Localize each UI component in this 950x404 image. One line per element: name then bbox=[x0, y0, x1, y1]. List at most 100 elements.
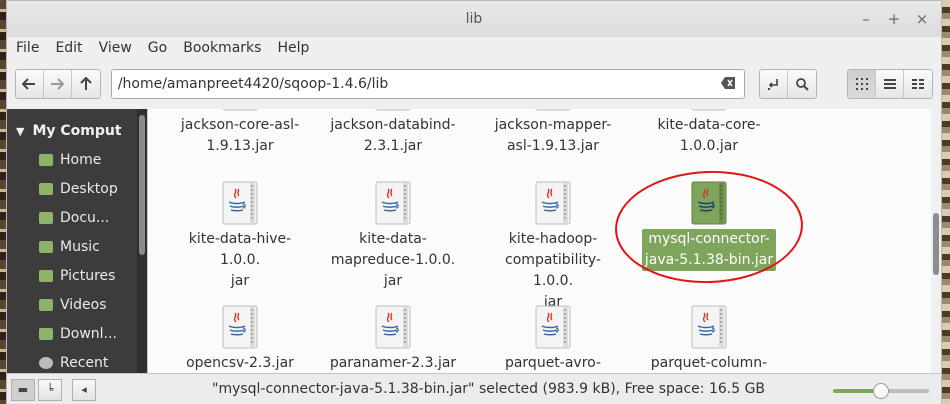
menu-view[interactable]: View bbox=[99, 40, 132, 56]
file-item[interactable]: opencsv-2.3.jar bbox=[170, 305, 310, 373]
file-item[interactable]: jackson-mapper-asl-1.9.13.jar bbox=[483, 109, 623, 157]
sidebar-item-desktop[interactable]: Desktop bbox=[7, 174, 147, 203]
file-item[interactable]: kite-data-hive-1.0.0. jar bbox=[170, 181, 310, 292]
sidebar-item-music[interactable]: Music bbox=[7, 232, 147, 261]
sidebar-item-recent[interactable]: Recent bbox=[7, 348, 147, 373]
file-item[interactable]: parquet-avro-1.4.1. bbox=[483, 305, 623, 373]
sidebar-section-header[interactable]: ▼ My Comput bbox=[7, 117, 147, 145]
file-name-line: kite-data-hive-1.0.0. bbox=[188, 231, 292, 268]
file-name-label: parquet-column- bbox=[648, 353, 770, 373]
list-view-icon[interactable] bbox=[876, 70, 905, 98]
clear-icon[interactable] bbox=[720, 76, 736, 90]
java-jar-file-icon[interactable] bbox=[222, 305, 258, 349]
location-path[interactable]: /home/amanpreet4420/sqoop-1.4.6/lib bbox=[118, 76, 388, 92]
hide-sidebar-icon[interactable]: ◂ bbox=[72, 378, 96, 401]
titlebar[interactable]: lib – + × bbox=[7, 1, 941, 37]
sidebar-scrollbar[interactable] bbox=[137, 109, 147, 373]
sidebar-item-downloads[interactable]: Downl... bbox=[7, 319, 147, 348]
java-jar-file-icon[interactable] bbox=[535, 109, 571, 111]
file-name-line: jackson-core-asl- bbox=[180, 117, 300, 133]
file-name-line: parquet-column- bbox=[650, 355, 768, 371]
file-item[interactable]: jackson-databind- 2.3.1.jar bbox=[323, 109, 463, 157]
sidebar-item-documents[interactable]: Docu... bbox=[7, 203, 147, 232]
window-title: lib bbox=[465, 11, 483, 27]
file-name-label: parquet-avro-1.4.1. bbox=[483, 353, 623, 373]
sidebar-header-label: My Comput bbox=[32, 123, 122, 139]
file-manager-window: lib – + × File Edit View Go Bookmarks He… bbox=[6, 0, 942, 404]
java-jar-file-icon[interactable] bbox=[222, 181, 258, 225]
file-item[interactable]: kite-data-mapreduce-1.0.0. jar bbox=[323, 181, 463, 292]
file-item[interactable]: kite-data-core- 1.0.0.jar bbox=[639, 109, 779, 157]
file-name-label: kite-data-hive-1.0.0. jar bbox=[170, 229, 310, 292]
places-pane-icon[interactable]: ▬ bbox=[11, 378, 35, 401]
sidebar-item-home[interactable]: Home bbox=[7, 145, 147, 174]
file-name-line: jar bbox=[383, 273, 403, 289]
toggle-location-icon[interactable] bbox=[760, 70, 789, 98]
videos-folder-icon bbox=[39, 298, 53, 311]
menu-bookmarks[interactable]: Bookmarks bbox=[183, 40, 261, 56]
file-view-scrollbar[interactable] bbox=[931, 109, 941, 373]
java-jar-file-icon[interactable] bbox=[691, 109, 727, 111]
file-item[interactable]: kite-hadoop-compatibility-1.0.0. jar bbox=[483, 181, 623, 313]
sidebar: ▼ My Comput Home Desktop Docu... Music P… bbox=[7, 109, 147, 373]
close-icon[interactable]: × bbox=[915, 10, 929, 28]
file-name-label: paranamer-2.3.jar bbox=[327, 353, 459, 373]
sidebar-scroll-thumb[interactable] bbox=[139, 115, 145, 255]
java-jar-file-icon[interactable] bbox=[375, 109, 411, 111]
file-name-line: jackson-mapper- bbox=[494, 117, 612, 133]
file-name-line: mysql-connector- bbox=[648, 231, 770, 247]
sidebar-item-videos[interactable]: Videos bbox=[7, 290, 147, 319]
file-name-line: asl-1.9.13.jar bbox=[506, 138, 599, 154]
file-item[interactable]: parquet-column- bbox=[639, 305, 779, 373]
menu-help[interactable]: Help bbox=[277, 40, 309, 56]
file-item[interactable]: paranamer-2.3.jar bbox=[323, 305, 463, 373]
navigation-buttons bbox=[15, 69, 101, 99]
compact-view-icon[interactable] bbox=[904, 70, 932, 98]
collapse-triangle-icon[interactable]: ▼ bbox=[16, 125, 24, 138]
forward-arrow-icon[interactable] bbox=[44, 70, 72, 98]
java-jar-file-icon[interactable] bbox=[375, 305, 411, 349]
menu-file[interactable]: File bbox=[16, 40, 39, 56]
file-name-label: opencsv-2.3.jar bbox=[183, 353, 297, 373]
back-arrow-icon[interactable] bbox=[16, 70, 44, 98]
icon-view-icon[interactable] bbox=[848, 70, 877, 98]
java-jar-file-icon[interactable] bbox=[222, 109, 258, 111]
downloads-folder-icon bbox=[39, 327, 53, 340]
menu-go[interactable]: Go bbox=[148, 40, 167, 56]
statusbar: ▬ ╘ ◂ "mysql-connector-java-5.1.38-bin.j… bbox=[7, 373, 941, 404]
sidebar-item-label: Downl... bbox=[60, 325, 117, 342]
location-bar[interactable]: /home/amanpreet4420/sqoop-1.4.6/lib bbox=[110, 69, 746, 99]
file-name-line: kite-data-core- bbox=[657, 117, 761, 133]
java-jar-file-icon[interactable] bbox=[691, 305, 727, 349]
sidebar-item-label: Recent bbox=[60, 354, 109, 371]
maximize-icon[interactable]: + bbox=[887, 10, 901, 28]
file-item[interactable]: mysql-connector-java-5.1.38-bin.jar bbox=[639, 181, 779, 271]
file-name-line: jar bbox=[230, 273, 250, 289]
file-name-line: kite-hadoop- bbox=[508, 231, 598, 247]
location-tools bbox=[759, 69, 818, 99]
file-name-line: paranamer-2.3.jar bbox=[329, 355, 457, 371]
sidebar-item-label: Docu... bbox=[60, 209, 110, 226]
status-pane-buttons: ▬ ╘ bbox=[11, 378, 62, 401]
java-jar-file-icon[interactable] bbox=[535, 181, 571, 225]
sidebar-item-pictures[interactable]: Pictures bbox=[7, 261, 147, 290]
java-jar-file-icon[interactable] bbox=[691, 181, 727, 225]
search-icon[interactable] bbox=[788, 70, 816, 98]
minimize-icon[interactable]: – bbox=[859, 10, 873, 28]
file-name-label: kite-data-mapreduce-1.0.0. jar bbox=[328, 229, 458, 292]
menu-edit[interactable]: Edit bbox=[55, 40, 82, 56]
sidebar-item-label: Music bbox=[60, 238, 100, 255]
file-name-line: kite-data- bbox=[359, 231, 427, 247]
zoom-slider-handle[interactable] bbox=[873, 383, 889, 399]
up-arrow-icon[interactable] bbox=[72, 70, 100, 98]
file-name-line: jackson-databind- bbox=[330, 117, 456, 133]
sidebar-item-label: Pictures bbox=[60, 267, 116, 284]
file-view[interactable]: jackson-core-asl- 1.9.13.jar jackson-data… bbox=[147, 109, 941, 373]
tree-pane-icon[interactable]: ╘ bbox=[38, 378, 62, 401]
file-item[interactable]: jackson-core-asl- 1.9.13.jar bbox=[170, 109, 310, 157]
java-jar-file-icon[interactable] bbox=[375, 181, 411, 225]
file-view-scroll-thumb[interactable] bbox=[933, 213, 939, 275]
documents-folder-icon bbox=[39, 211, 53, 224]
zoom-slider[interactable] bbox=[833, 383, 929, 399]
java-jar-file-icon[interactable] bbox=[535, 305, 571, 349]
